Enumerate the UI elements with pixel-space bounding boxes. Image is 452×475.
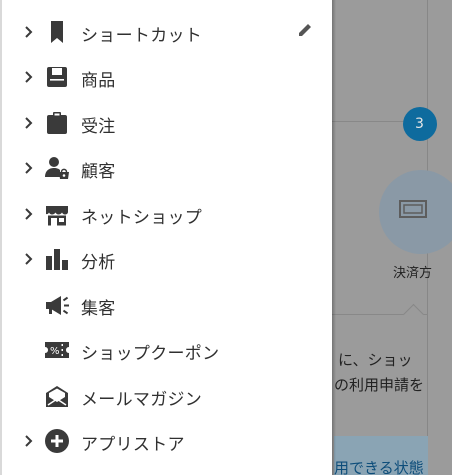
- menu-item-label: メールマガジン: [81, 390, 203, 410]
- chevron-right-icon[interactable]: [21, 24, 37, 40]
- chevron-right-icon[interactable]: [21, 206, 37, 222]
- product-icon: [47, 67, 67, 87]
- menu-item-analytics[interactable]: 分析: [0, 239, 332, 279]
- background-text: に、ショッ: [338, 351, 413, 369]
- background-text: 用できる状態: [334, 459, 424, 475]
- menu-item-label: 顧客: [81, 162, 116, 182]
- menu-item-marketing[interactable]: 集客: [0, 285, 332, 325]
- menu-item-label: 集客: [81, 299, 116, 319]
- menu-item-label: ネットショップ: [81, 208, 203, 228]
- menu-item-netshop[interactable]: ネットショップ: [0, 194, 332, 234]
- menu-item-shop-coupon[interactable]: % ショップクーポン: [0, 330, 332, 370]
- menu-item-label: 受注: [81, 117, 116, 137]
- menu-item-app-store[interactable]: アプリストア: [0, 421, 332, 461]
- menu-item-label: 分析: [81, 253, 116, 273]
- menu-item-label: ショートカット: [81, 26, 203, 46]
- payment-label: 決済方: [393, 266, 433, 281]
- background-page: 3 決済方 に、ショッ の利用申請を 用できる状態: [330, 0, 452, 475]
- bar-chart-icon: [46, 249, 68, 270]
- menu-item-label: ショップクーポン: [81, 344, 220, 364]
- menu-item-products[interactable]: 商品: [0, 57, 332, 97]
- clipboard-icon: [47, 112, 67, 134]
- background-text: の利用申請を: [334, 376, 425, 394]
- store-icon: [46, 206, 68, 226]
- menu-item-shortcut[interactable]: ショートカット: [0, 12, 332, 52]
- customer-icon: [45, 157, 69, 179]
- menu-item-label: アプリストア: [81, 435, 185, 455]
- menu-item-orders[interactable]: 受注: [0, 103, 332, 143]
- chevron-right-icon[interactable]: [21, 160, 37, 176]
- chevron-right-icon[interactable]: [21, 69, 37, 85]
- menu-item-mail-magazine[interactable]: メールマガジン: [0, 376, 332, 416]
- step-badge: 3: [403, 107, 437, 141]
- tab-notch: [402, 303, 425, 326]
- drawer-shadow: [332, 0, 336, 475]
- menu-item-label: 商品: [81, 71, 116, 91]
- pencil-icon[interactable]: [297, 22, 313, 38]
- bookmark-icon: [51, 21, 63, 43]
- navigation-drawer: ショートカット 商品 受注 顧客 ネットショップ 分析 集客 % ショップクーポ…: [0, 0, 332, 475]
- menu-item-customers[interactable]: 顧客: [0, 148, 332, 188]
- chevron-right-icon[interactable]: [21, 433, 37, 449]
- mail-icon: [46, 386, 68, 407]
- megaphone-icon: [46, 296, 69, 315]
- chevron-right-icon[interactable]: [21, 115, 37, 131]
- coupon-icon: %: [45, 342, 69, 358]
- chevron-right-icon[interactable]: [21, 251, 37, 267]
- svg-text:%: %: [50, 346, 60, 357]
- add-circle-icon: [45, 429, 69, 453]
- cash-icon: [399, 200, 427, 218]
